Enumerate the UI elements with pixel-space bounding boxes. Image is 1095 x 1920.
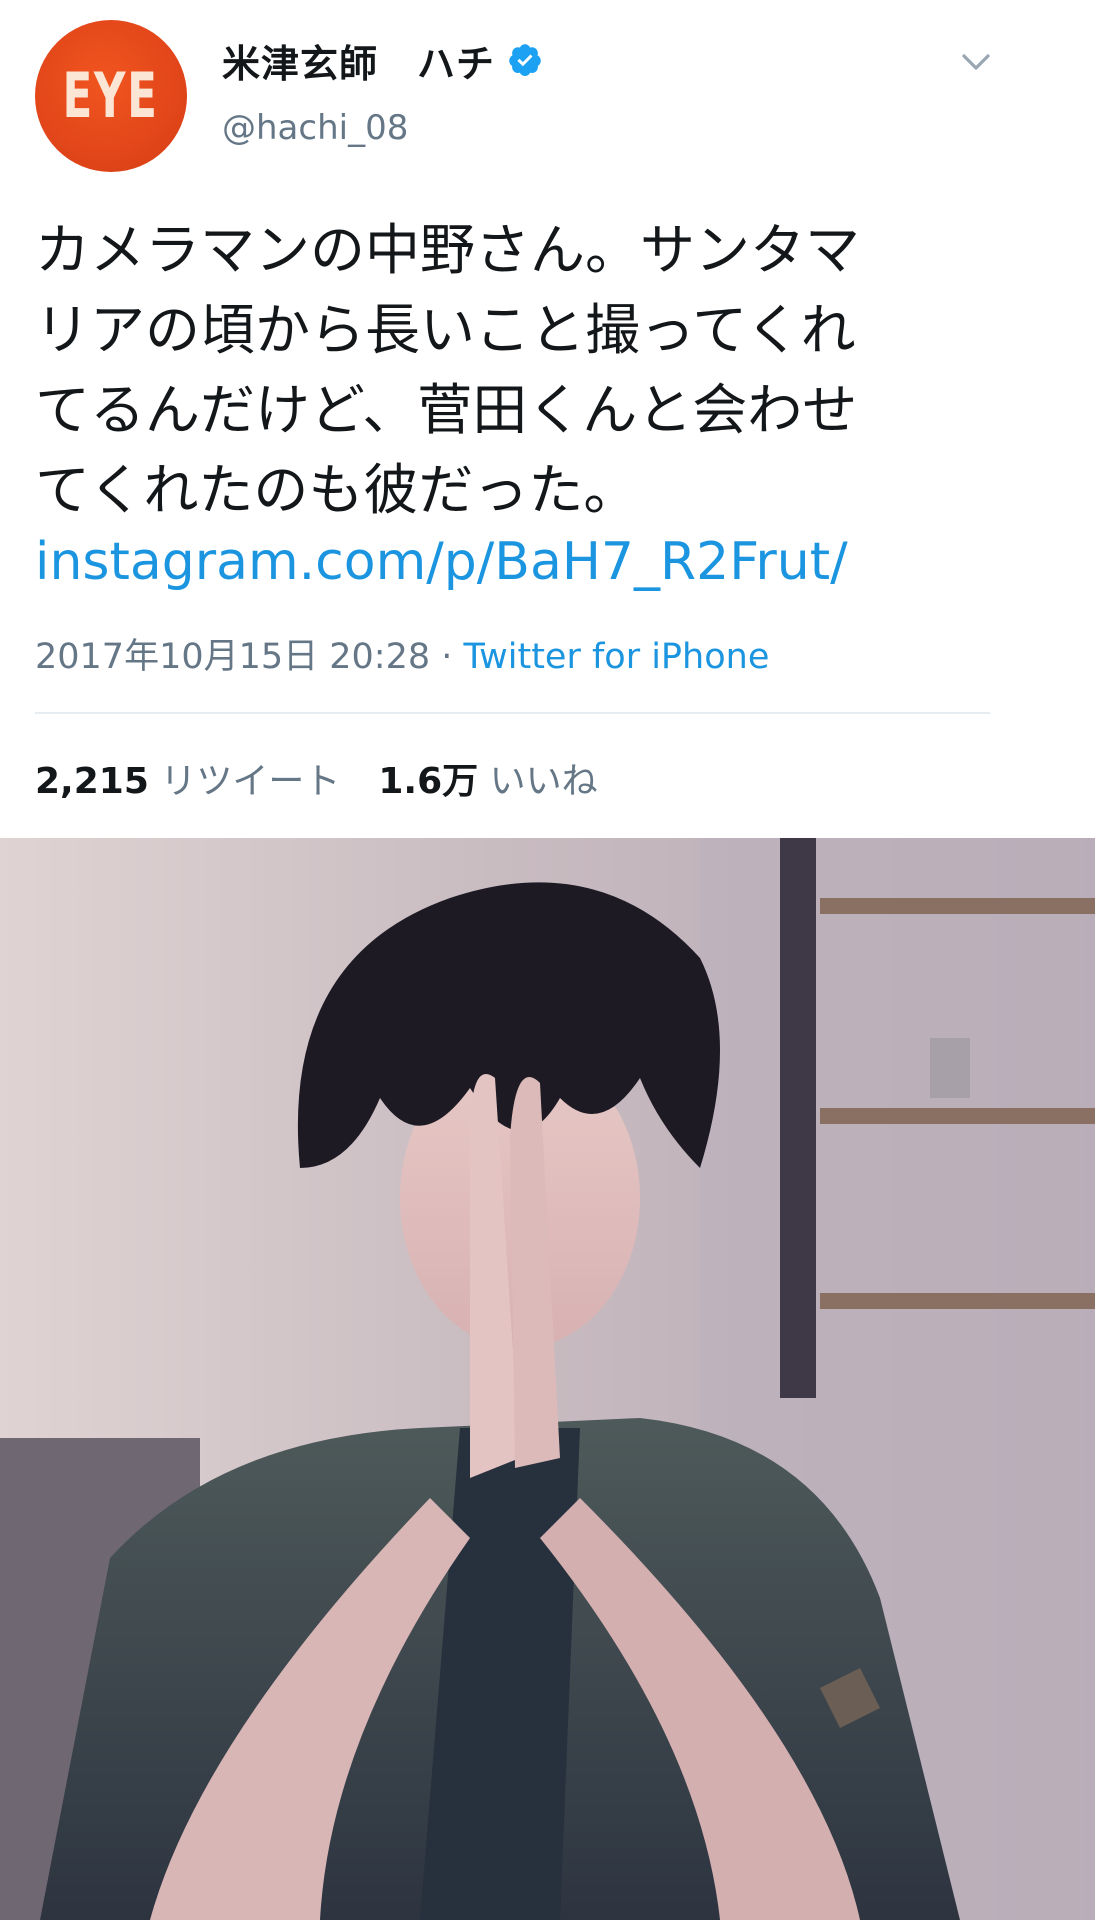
- tweet-link[interactable]: instagram.com/p/BaH7_R2Frut/: [35, 532, 848, 592]
- likes-count: 1.6万: [378, 761, 479, 802]
- photo-illustration: [0, 838, 1095, 1920]
- likes-stat[interactable]: 1.6万 いいね: [378, 761, 597, 802]
- tweet-text-line: てるんだけど、菅田くんと会わせ: [35, 378, 858, 442]
- retweets-label: リツイート: [160, 761, 341, 802]
- retweets-stat[interactable]: 2,215 リツイート: [35, 761, 340, 802]
- chevron-down-icon[interactable]: [958, 44, 994, 80]
- timestamp[interactable]: 2017年10月15日 20:28: [35, 637, 430, 677]
- display-name[interactable]: 米津玄師 ハチ: [222, 33, 495, 88]
- source-link[interactable]: Twitter for iPhone: [464, 637, 770, 677]
- tweet-text-line: カメラマンの中野さん。サンタマ: [35, 218, 861, 282]
- likes-label: いいね: [489, 761, 598, 802]
- user-handle[interactable]: @hachi_08: [222, 108, 408, 148]
- avatar-logo-text: EYE: [63, 59, 159, 133]
- engagement-stats: 2,215 リツイート 1.6万 いいね: [35, 752, 598, 804]
- avatar[interactable]: EYE: [35, 20, 187, 172]
- retweets-count: 2,215: [35, 761, 149, 802]
- verified-badge-icon: [509, 44, 541, 76]
- author-name-row: 米津玄師 ハチ: [222, 30, 543, 90]
- meta-separator: ·: [430, 637, 464, 677]
- tweet-text: カメラマンの中野さん。サンタマ リアの頃から長いこと撮ってくれ てるんだけど、菅…: [35, 210, 1035, 530]
- tweet-metadata: 2017年10月15日 20:28 · Twitter for iPhone: [35, 628, 769, 679]
- tweet-text-line: リアの頃から長いこと撮ってくれ: [35, 298, 856, 362]
- divider: [35, 712, 990, 714]
- tweet-photo[interactable]: [0, 838, 1095, 1920]
- tweet-text-line: てくれたのも彼だった。: [35, 458, 639, 522]
